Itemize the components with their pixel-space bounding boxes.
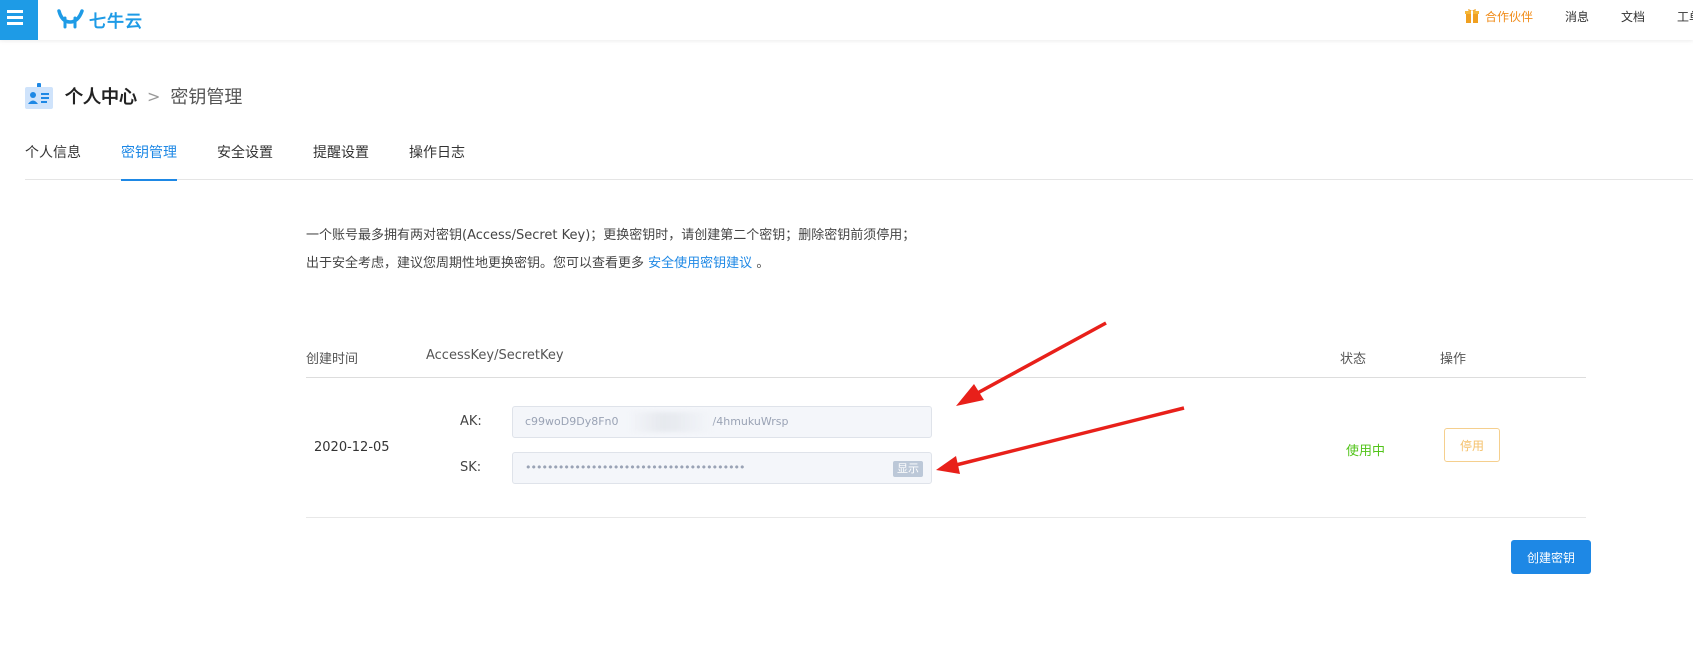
disable-key-button[interactable]: 停用	[1444, 428, 1500, 462]
qiniu-logo-icon	[57, 9, 84, 29]
ak-redaction-blur	[628, 412, 713, 432]
table-header: 创建时间 AccessKey/SecretKey 状态 操作	[306, 342, 1586, 378]
header-actions: 操作	[1440, 352, 1467, 367]
breadcrumb-current: 密钥管理	[170, 87, 243, 108]
partner-label: 合作伙伴	[1484, 9, 1533, 24]
top-navigation-bar: 七牛云 合作伙伴 消息 文档 工单	[0, 0, 1693, 40]
tab-key-management[interactable]: 密钥管理	[121, 142, 177, 181]
breadcrumb-separator-icon: >	[147, 86, 161, 106]
ak-value-prefix: c99woD9Dy8Fn0	[525, 415, 619, 428]
header-access-secret-key: AccessKey/SecretKey	[426, 348, 564, 363]
security-advice-link[interactable]: 安全使用密钥建议	[648, 256, 752, 271]
keys-table: 创建时间 AccessKey/SecretKey 状态 操作 2020-12-0…	[306, 342, 1586, 518]
description-text: 一个账号最多拥有两对密钥(Access/Secret Key)；更换密钥时，请创…	[306, 228, 916, 271]
partner-link[interactable]: 合作伙伴	[1464, 8, 1533, 25]
header-status: 状态	[1340, 352, 1367, 367]
description-end: 。	[756, 256, 770, 271]
access-key-field[interactable]: c99woD9Dy8Fn0/4hmukuWrsp	[512, 406, 932, 438]
tab-reminder-settings[interactable]: 提醒设置	[313, 142, 369, 180]
show-secret-button[interactable]: 显示	[893, 461, 923, 477]
hamburger-menu-icon[interactable]	[0, 0, 38, 40]
tickets-link[interactable]: 工单	[1677, 8, 1693, 25]
secret-key-field[interactable]: ••••••••••••••••••••••••••••••••••••••••…	[512, 452, 932, 484]
created-date: 2020-12-05	[314, 440, 390, 455]
header-created-time: 创建时间	[306, 352, 359, 367]
tab-security-settings[interactable]: 安全设置	[217, 142, 273, 180]
create-key-button[interactable]: 创建密钥	[1511, 540, 1591, 574]
sk-masked-value: ••••••••••••••••••••••••••••••••••••••••	[525, 461, 746, 474]
status-badge: 使用中	[1346, 444, 1386, 459]
table-row: 2020-12-05 AK: c99woD9Dy8Fn0/4hmukuWrsp …	[306, 378, 1586, 518]
ak-label: AK:	[460, 414, 482, 429]
docs-link[interactable]: 文档	[1621, 8, 1645, 25]
breadcrumb: 个人中心 > 密钥管理	[25, 80, 242, 112]
tab-personal-info[interactable]: 个人信息	[25, 142, 81, 180]
logo-text: 七牛云	[89, 11, 143, 32]
tab-bar: 个人信息 密钥管理 安全设置 提醒设置 操作日志	[25, 142, 1693, 181]
gift-icon	[1464, 9, 1479, 23]
top-right-links: 合作伙伴 消息 文档 工单	[1464, 0, 1693, 32]
id-card-icon	[25, 83, 53, 109]
annotation-arrows	[936, 321, 1185, 474]
breadcrumb-personal-center[interactable]: 个人中心	[65, 83, 137, 109]
key-policy-description: 一个账号最多拥有两对密钥(Access/Secret Key)；更换密钥时，请创…	[306, 222, 926, 278]
messages-link[interactable]: 消息	[1565, 8, 1589, 25]
sk-label: SK:	[460, 460, 482, 475]
qiniu-logo[interactable]: 七牛云	[56, 5, 143, 33]
tab-operation-log[interactable]: 操作日志	[409, 142, 465, 180]
ak-value-suffix: /4hmukuWrsp	[712, 415, 789, 428]
